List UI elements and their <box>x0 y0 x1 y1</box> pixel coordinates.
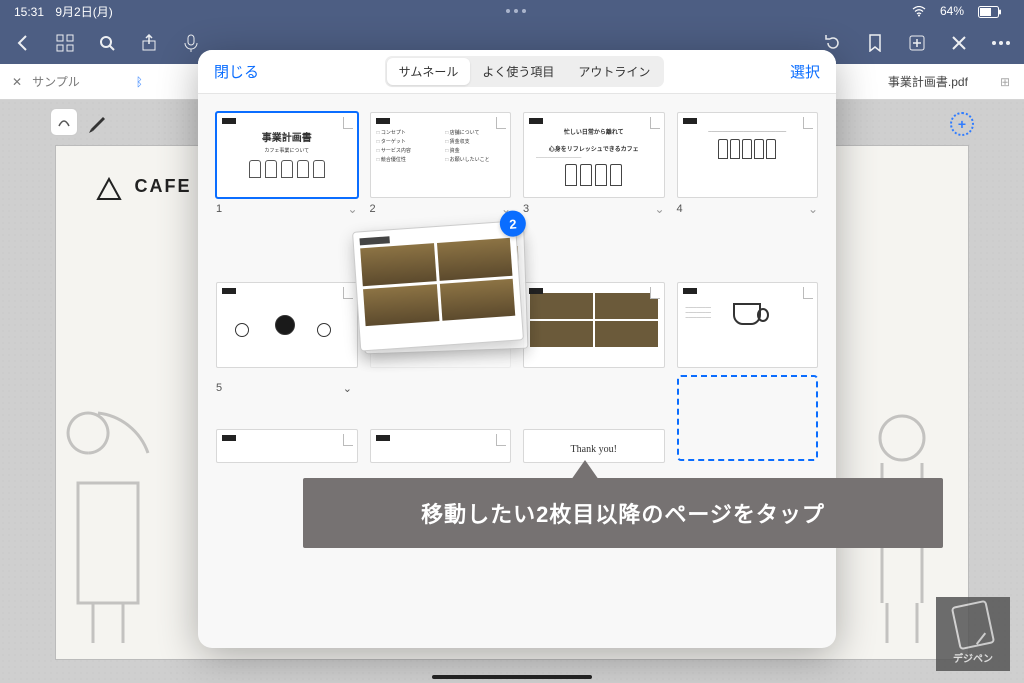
tab-left[interactable]: サンプル <box>32 73 80 90</box>
more-icon[interactable] <box>990 32 1012 54</box>
thumbnail-page-2[interactable]: コンセプト 店舗について ターゲット 賃金収支 サービス内容 資金 競合優位性 … <box>370 112 512 198</box>
tab-right[interactable]: 事業計画書.pdf <box>888 73 968 90</box>
page-num-4: 4 <box>677 203 683 215</box>
modal-select-button[interactable]: 選択 <box>790 61 820 82</box>
page-num-2: 2 <box>370 203 376 215</box>
chevron-down-icon[interactable]: ⌄ <box>347 202 357 216</box>
pen-tool-icon[interactable] <box>84 108 112 136</box>
share-icon[interactable] <box>138 32 160 54</box>
multitask-dots[interactable] <box>506 9 526 13</box>
instruction-callout: 移動したい2枚目以降のページをタップ <box>303 478 943 548</box>
tablet-icon <box>951 600 995 651</box>
close-tab-icon[interactable]: ✕ <box>12 75 22 89</box>
thumb1-sub: カフェ事業について <box>223 147 351 154</box>
home-indicator[interactable] <box>432 675 592 679</box>
add-element-button[interactable]: + <box>950 112 974 136</box>
drop-target-placeholder[interactable] <box>677 375 819 461</box>
thumb1-title: 事業計画書 <box>223 129 351 144</box>
dragging-thumbnails[interactable]: 2 <box>352 220 524 351</box>
logo-text: CAFE <box>134 176 191 197</box>
grid-icon[interactable] <box>54 32 76 54</box>
status-time: 15:31 <box>14 5 44 19</box>
wifi-icon <box>912 4 926 18</box>
battery-icon <box>978 4 1002 18</box>
thumbnail-page-5[interactable] <box>216 282 358 368</box>
close-icon[interactable] <box>948 32 970 54</box>
thumbnail-page-7[interactable] <box>523 282 665 368</box>
watermark-logo: デジペン <box>936 597 1010 671</box>
status-date: 9月2日(月) <box>55 5 112 19</box>
search-icon[interactable] <box>96 32 118 54</box>
thumbnail-panel: 閉じる サムネール よく使う項目 アウトライン 選択 事業計画書 カフェ事業につ… <box>198 50 836 648</box>
seg-favorites[interactable]: よく使う項目 <box>470 58 566 85</box>
modal-close-button[interactable]: 閉じる <box>214 61 259 82</box>
thumbnail-page-10[interactable] <box>370 429 512 463</box>
add-page-icon[interactable] <box>906 32 928 54</box>
thumbnail-page-1[interactable]: 事業計画書 カフェ事業について <box>216 112 358 198</box>
thumbnail-page-8[interactable]: ─────────────────────────── <box>677 282 819 368</box>
seg-outline[interactable]: アウトライン <box>566 58 662 85</box>
logo-triangle-icon <box>96 176 122 202</box>
battery-percent: 64% <box>940 4 964 18</box>
mic-icon[interactable] <box>180 32 202 54</box>
segmented-control: サムネール よく使う項目 アウトライン <box>385 56 665 87</box>
thumbnail-page-3[interactable]: 忙しい日常から離れて 心身をリフレッシュできるカフェ ─────────────… <box>523 112 665 198</box>
thumbnail-page-4[interactable]: ────────────────────── <box>677 112 819 198</box>
bookmark-icon[interactable] <box>864 32 886 54</box>
thumbnail-page-9[interactable] <box>216 429 358 463</box>
thumbnail-page-11[interactable]: Thank you! <box>523 429 665 463</box>
page-num-3: 3 <box>523 203 529 215</box>
chevron-down-icon[interactable]: ⌄ <box>808 202 818 216</box>
page-num-5: 5 <box>216 382 222 395</box>
chevron-down-icon[interactable]: ⌄ <box>343 382 352 395</box>
status-bar: 15:31 9月2日(月) 64% <box>0 0 1024 22</box>
page-num-1: 1 <box>216 203 222 215</box>
chevron-down-icon[interactable]: ⌄ <box>654 202 664 216</box>
new-tab-icon[interactable]: ⊞ <box>1000 75 1010 89</box>
sub-toolbar <box>50 108 112 136</box>
coffee-cup-icon <box>733 303 761 325</box>
seg-thumbnails[interactable]: サムネール <box>387 58 471 85</box>
bg-illustration-left <box>58 393 188 653</box>
tool-shape-icon[interactable] <box>50 108 78 136</box>
bluetooth-icon: ᛒ <box>136 75 143 89</box>
back-icon[interactable] <box>12 32 34 54</box>
